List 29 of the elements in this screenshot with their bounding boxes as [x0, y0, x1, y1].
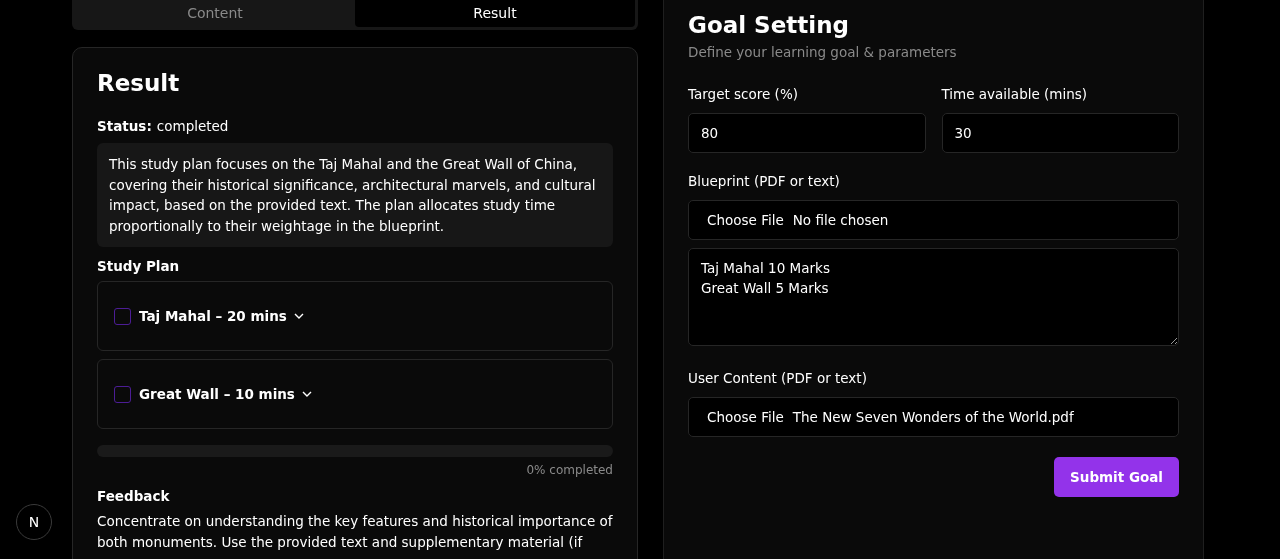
field-label: Blueprint (PDF or text): [688, 173, 841, 189]
input-field[interactable]: 30: [941, 113, 1179, 153]
dev-badge[interactable]: N: [16, 504, 52, 540]
summary-text: This study plan focuses on the Taj Mahal and the Great Wall of China, covering their historical significance, architectural marvels, and cultural impact, based on the provided text. The plan allocates study time proportionally to their weightage in the blueprint.: [97, 143, 613, 247]
feedback-heading: Feedback: [97, 488, 171, 504]
status-value: completed: [156, 118, 229, 134]
status-label: Status:: [97, 118, 152, 134]
tab[interactable]: Content: [75, 0, 355, 27]
file-name: The New Seven Wonders of the World.pdf: [792, 409, 1074, 425]
choose-file-button[interactable]: Choose File: [701, 212, 784, 228]
choose-file-button[interactable]: Choose File: [701, 409, 784, 425]
study-plan-heading: Study Plan: [97, 258, 181, 274]
tab[interactable]: Result: [355, 0, 635, 27]
input-field[interactable]: 80: [688, 113, 926, 153]
field-label: Target score (%): [688, 86, 799, 102]
field-label: User Content (PDF or text): [688, 370, 868, 386]
checkbox[interactable]: [114, 307, 131, 325]
file-name: No file chosen: [792, 212, 889, 228]
plan-item-toggle[interactable]: Great Wall – 10 mins: [139, 386, 295, 402]
feedback-text: Concentrate on understanding the key features and historical importance of both monuments. Use the provided text and supplementary material (if: [97, 512, 613, 552]
plan-item-toggle[interactable]: Taj Mahal – 20 mins: [139, 308, 287, 324]
goal-title: Goal Setting: [688, 12, 850, 38]
goal-subtitle: Define your learning goal & parameters: [688, 44, 958, 60]
text-area[interactable]: Taj Mahal 10 Marks Great Wall 5 Marks: [688, 248, 1179, 346]
progress-reading: 0% completed: [525, 463, 613, 477]
submit-button[interactable]: Submit Goal: [1054, 457, 1179, 497]
field-label: Time available (mins): [941, 86, 1089, 102]
result-title: Result: [97, 70, 181, 96]
checkbox[interactable]: [114, 385, 131, 403]
